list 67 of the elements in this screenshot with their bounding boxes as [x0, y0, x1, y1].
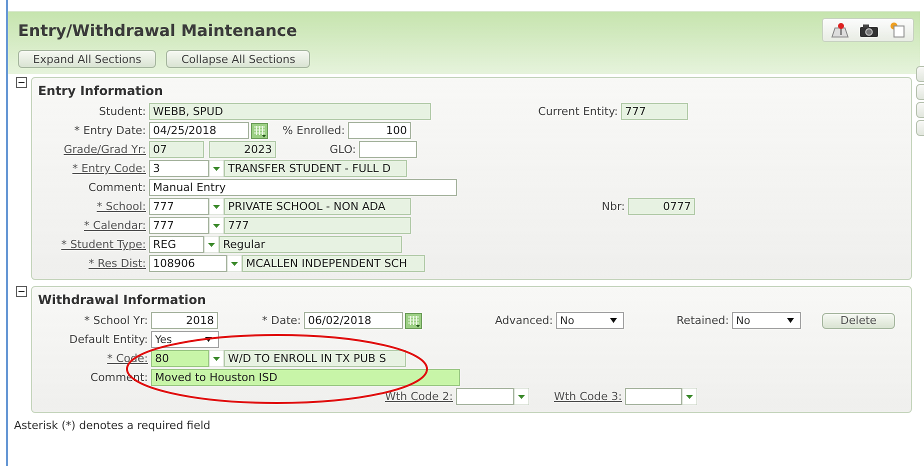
field-label: Nbr: — [600, 200, 626, 213]
map-pin-icon[interactable] — [831, 22, 849, 38]
select-field[interactable]: Yes — [151, 331, 219, 348]
field-label-link[interactable]: * Entry Code: — [34, 162, 149, 175]
text-field[interactable]: WEBB, SPUD — [149, 103, 431, 120]
calendar-icon[interactable] — [251, 122, 268, 138]
field-label-link[interactable]: * Calendar: — [34, 219, 149, 232]
field-label: * School Yr: — [83, 314, 149, 327]
dropdown-arrow-icon[interactable] — [514, 388, 529, 405]
dropdown-arrow-icon[interactable] — [227, 255, 242, 272]
page-title: Entry/Withdrawal Maintenance — [18, 20, 298, 40]
dropdown-arrow-icon[interactable] — [682, 388, 697, 405]
field-label: Comment: — [87, 181, 147, 194]
field-label: * Entry Date: — [73, 124, 147, 137]
description-field: PRIVATE SCHOOL - NON ADA — [224, 198, 411, 215]
text-field[interactable]: 777 — [621, 103, 688, 120]
dropdown-arrow-icon — [787, 318, 794, 323]
description-field: W/D TO ENROLL IN TX PUB S — [224, 350, 406, 367]
description-field: 777 — [224, 217, 411, 234]
calendar-icon[interactable] — [405, 312, 422, 328]
field-label-link[interactable]: Wth Code 2: — [34, 390, 456, 403]
field-label-link[interactable]: * Res Dist: — [34, 257, 149, 270]
field-label: Default Entity: — [68, 333, 149, 346]
text-field[interactable]: 07 — [149, 141, 204, 158]
description-field: MCALLEN INDEPENDENT SCH — [242, 255, 425, 272]
field-label: Retained: — [676, 314, 730, 327]
section-toggle-button[interactable]: Expand All Sections — [18, 50, 156, 68]
dropdown-arrow-icon[interactable] — [209, 160, 224, 177]
section-toggle-button[interactable]: Collapse All Sections — [166, 50, 310, 68]
text-field[interactable] — [359, 141, 417, 158]
description-field: Regular — [219, 236, 402, 253]
text-field[interactable]: Manual Entry — [149, 179, 457, 196]
text-field[interactable]: 100 — [348, 122, 411, 139]
dropdown-arrow-icon[interactable] — [204, 236, 219, 253]
select-field[interactable]: No — [732, 312, 801, 329]
document-icon[interactable] — [889, 22, 905, 38]
date-field[interactable]: 04/25/2018 — [149, 122, 249, 139]
text-field[interactable]: 2023 — [209, 141, 276, 158]
description-field: TRANSFER STUDENT - FULL D — [224, 160, 407, 177]
text-field[interactable]: Moved to Houston ISD — [151, 369, 460, 386]
section-title: Entry Information — [37, 82, 164, 100]
field-label-link[interactable]: * Student Type: — [34, 238, 149, 251]
field-label-link[interactable]: Wth Code 3: — [529, 390, 625, 403]
field-label: * Date: — [261, 314, 302, 327]
dropdown-arrow-icon — [205, 337, 212, 342]
code-field[interactable]: 80 — [151, 350, 209, 367]
delete-button[interactable]: Delete — [822, 312, 895, 328]
field-label: Student: — [98, 105, 147, 118]
field-label: % Enrolled: — [282, 124, 346, 137]
dropdown-arrow-icon[interactable] — [209, 350, 224, 367]
field-label-link[interactable]: * School: — [34, 200, 149, 213]
collapse-icon[interactable] — [16, 286, 27, 297]
dropdown-arrow-icon[interactable] — [209, 198, 224, 215]
field-label: GLO: — [328, 143, 357, 156]
field-label-link[interactable]: Grade/Grad Yr: — [34, 143, 149, 156]
field-label: Advanced: — [494, 314, 554, 327]
field-label: Current Entity: — [537, 105, 619, 118]
select-field[interactable]: No — [556, 312, 624, 329]
text-field[interactable]: 2018 — [151, 312, 218, 329]
dropdown-arrow-icon[interactable] — [209, 217, 224, 234]
text-field[interactable]: 0777 — [628, 198, 695, 215]
section-title: Withdrawal Information — [37, 291, 208, 309]
required-field-note: Asterisk (*) denotes a required field — [14, 419, 212, 432]
camera-icon[interactable] — [859, 22, 879, 38]
collapse-icon[interactable] — [16, 77, 27, 88]
date-field[interactable]: 06/02/2018 — [304, 312, 403, 329]
dropdown-arrow-icon — [610, 318, 617, 323]
